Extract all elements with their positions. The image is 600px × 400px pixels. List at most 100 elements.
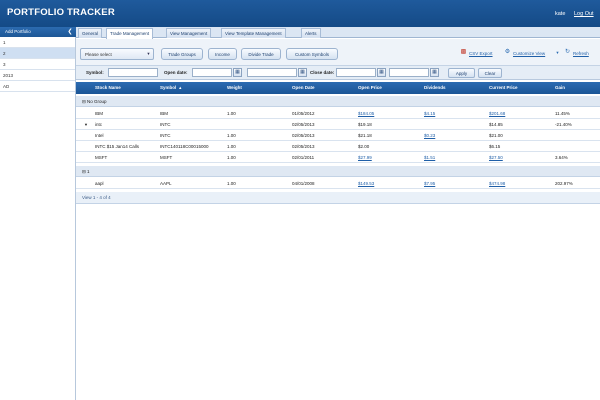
group-row[interactable]: ⊟ No Group [76,96,600,107]
cell-dividends-link[interactable]: $0.23 [424,130,435,141]
refresh-link[interactable]: Refresh [573,51,589,56]
cell-gain: 202.97% [555,181,573,186]
cell-gain: 11.45% [555,111,570,116]
symbol-label: Symbol: [86,70,104,75]
cell-stock-name: aapl [95,181,104,186]
open-date-from-input[interactable] [192,68,232,77]
group-name: No Group [87,99,107,104]
portfolio-item[interactable]: AD [0,81,75,92]
portfolio-item[interactable]: 1 [0,37,75,48]
cell-open-date: 04/01/2008 [292,181,315,186]
group-name: 1 [87,169,90,174]
apply-button[interactable]: Apply [448,68,475,78]
cell-symbol: INTC [160,122,171,127]
portfolio-item-selected[interactable]: 2 [0,48,75,59]
portfolio-group-select[interactable]: Please select ▼ [80,48,154,60]
add-portfolio-button[interactable]: Add Portfolio [3,29,33,35]
grid-header: Stock Name Symbol ▲ Weight Open Date Open… [76,82,600,94]
cell-current-price-link[interactable]: $27.50 [489,152,503,163]
user-name: kate [555,11,566,17]
divide-trade-button[interactable]: Divide Trade [241,48,281,60]
column-header-weight[interactable]: Weight [227,82,242,94]
collapse-sidebar-icon[interactable]: ❮ [66,28,74,36]
cell-current-price-link[interactable]: $201.68 [489,108,505,119]
filter-bar: Symbol: Open date: ▦ ▦ Close date: ▦ ▦ A… [76,66,600,80]
table-row[interactable]: Intel INTC 1.00 02/05/2013 $21.18 $0.23 … [76,130,600,141]
chevron-down-icon: ▼ [146,51,151,56]
close-date-to-input[interactable] [389,68,429,77]
cell-open-price-link[interactable]: $149.53 [358,178,374,189]
cell-open-price-link[interactable]: $184.05 [358,108,374,119]
cell-weight: 1.00 [227,133,236,138]
portfolio-item[interactable]: 2013 [0,70,75,81]
cell-gain: -21.40% [555,122,572,127]
close-date-from-input[interactable] [336,68,376,77]
calendar-icon[interactable]: ▦ [377,68,386,77]
trade-toolbar: Please select ▼ Trade Groups Income Divi… [76,39,600,66]
calendar-icon[interactable]: ▦ [430,68,439,77]
app-header: PORTFOLIO TRACKER kate Log Out [0,0,600,27]
chevron-down-icon[interactable]: ▼ [554,49,561,56]
tab-view-template-management[interactable]: View Template Management [221,28,286,38]
table-row[interactable]: ▼ intc INTC 02/05/2013 $19.18 $14.85 -21… [76,119,600,130]
cell-dividends-link[interactable]: $7.95 [424,178,435,189]
cell-dividends-link[interactable]: $1.51 [424,152,435,163]
calendar-icon[interactable]: ▦ [233,68,242,77]
refresh-icon[interactable]: ↻ [564,49,571,56]
expand-toggle-icon[interactable]: ▼ [84,119,88,130]
csv-export-link[interactable]: CSV Export [469,51,493,56]
cell-open-date: 02/05/2013 [292,144,315,149]
calendar-icon[interactable]: ▦ [298,68,307,77]
trade-groups-button[interactable]: Trade Groups [161,48,203,60]
cell-open-price-link[interactable]: $27.99 [358,152,372,163]
tab-alerts[interactable]: Alerts [301,28,321,38]
cell-open-date: 02/01/2011 [292,155,315,160]
csv-export-icon[interactable]: ▩ [460,49,467,56]
column-header-open-date[interactable]: Open Date [292,82,315,94]
cell-weight: 1.00 [227,155,236,160]
table-row[interactable]: IBM IBM 1.00 01/05/2012 $184.05 $4.15 $2… [76,108,600,119]
column-header-gain[interactable]: Gain [555,82,565,94]
cell-open-price: $2.00 [358,144,370,149]
cell-stock-name: Intel [95,133,104,138]
column-header-current-price[interactable]: Current Price [489,82,518,94]
column-header-dividends[interactable]: Dividends [424,82,446,94]
close-date-label: Close date: [310,70,335,75]
cell-symbol: INTC140118C00015000 [160,144,209,149]
portfolio-item[interactable]: 3 [0,59,75,70]
group-row[interactable]: ⊟ 1 [76,166,600,177]
tab-view-management[interactable]: View Management [166,28,212,38]
column-header-stock-name[interactable]: Stock Name [95,82,121,94]
select-value: Please select [85,52,112,57]
cell-open-price: $21.18 [358,133,372,138]
symbol-input[interactable] [108,68,158,77]
logout-link[interactable]: Log Out [574,11,594,17]
table-row[interactable]: MSFT MSFT 1.00 02/01/2011 $27.99 $1.51 $… [76,152,600,163]
clear-button[interactable]: Clear [478,68,502,78]
cell-stock-name: INTC $15 Jan14 Calls [95,144,140,149]
group-label: ⊟ 1 [82,169,90,174]
cell-current-price-link[interactable]: $474.98 [489,178,505,189]
cell-open-date: 02/05/2013 [292,122,315,127]
cell-open-price: $19.18 [358,122,372,127]
grid-footer: View 1 - 4 of 4 [76,192,600,204]
cell-symbol: AAPL [160,181,172,186]
customize-view-link[interactable]: Customize View [513,51,545,56]
cell-weight: 1.00 [227,181,236,186]
cell-current-price: $14.85 [489,122,503,127]
cell-stock-name: intc [95,122,103,127]
cell-stock-name: IBM [95,111,104,116]
customize-view-icon[interactable]: ⚙ [504,49,511,56]
column-header-symbol[interactable]: Symbol ▲ [160,82,182,94]
open-date-to-input[interactable] [247,68,297,77]
cell-weight: 1.00 [227,111,236,116]
tab-general[interactable]: General [78,28,103,38]
table-row[interactable]: INTC $15 Jan14 Calls INTC140118C00015000… [76,141,600,152]
column-header-open-price[interactable]: Open Price [358,82,382,94]
custom-symbols-button[interactable]: Custom Symbols [286,48,338,60]
cell-symbol: INTC [160,133,171,138]
table-row[interactable]: aapl AAPL 1.00 04/01/2008 $149.53 $7.95 … [76,178,600,189]
income-button[interactable]: Income [208,48,237,60]
tab-trade-management[interactable]: Trade Management [106,28,154,39]
cell-dividends-link[interactable]: $4.15 [424,108,435,119]
